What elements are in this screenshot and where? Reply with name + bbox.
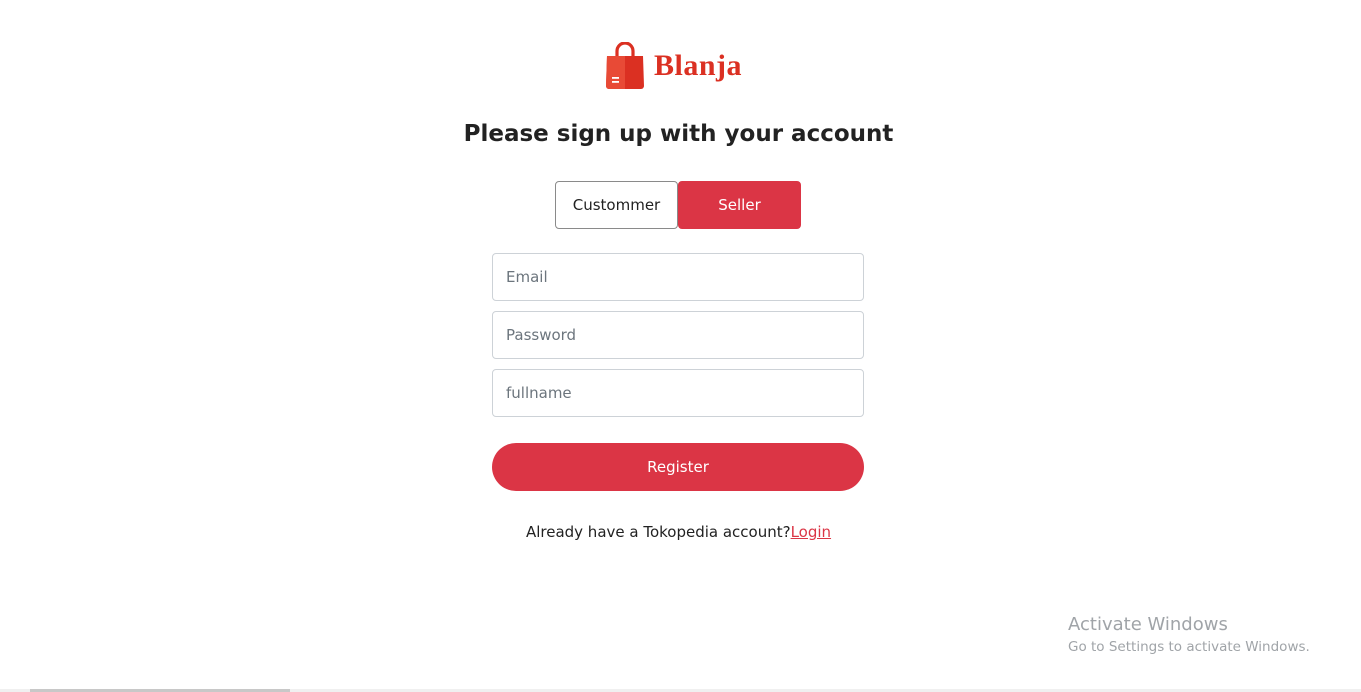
login-link[interactable]: Login [791, 523, 831, 541]
seller-role-button[interactable]: Seller [678, 181, 801, 229]
brand-logo: Blanja [604, 42, 742, 90]
windows-activation-watermark: Activate Windows Go to Settings to activ… [1068, 614, 1310, 655]
watermark-title: Activate Windows [1068, 614, 1228, 635]
page-title: Please sign up with your account [463, 121, 894, 147]
login-prompt-text: Already have a Tokopedia account? [525, 523, 791, 541]
customer-role-button[interactable]: Custommer [555, 181, 678, 229]
shopping-bag-icon [604, 42, 646, 90]
login-prompt: Already have a Tokopedia account?Login [0, 523, 1357, 541]
password-field[interactable] [492, 311, 864, 359]
brand-name: Blanja [654, 49, 743, 82]
role-toggle: Custommer Seller [555, 181, 801, 229]
email-field[interactable] [492, 253, 864, 301]
fullname-field[interactable] [492, 369, 864, 417]
watermark-subtitle: Go to Settings to activate Windows. [1068, 639, 1310, 655]
register-button[interactable]: Register [492, 443, 864, 491]
